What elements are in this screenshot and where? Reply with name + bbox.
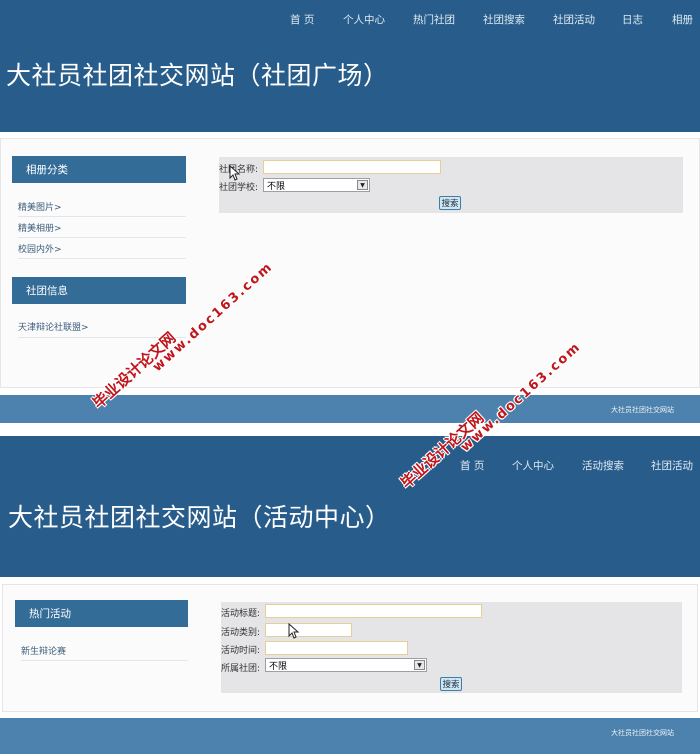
nav-club-search[interactable]: 社团搜索 [483,12,525,27]
sidebar-header-album-categories: 相册分类 [12,156,186,183]
nav-personal-center[interactable]: 个人中心 [343,12,385,27]
footer-site-name: 大社员社团社交网站 [611,406,674,414]
activity-time-input[interactable] [265,641,408,655]
nav-club-activities[interactable]: 社团活动 [651,458,693,473]
sidebar-link-freshman-debate[interactable]: 新生辩论赛 [21,640,188,661]
sidebar-header-hot-activities: 热门活动 [15,600,188,627]
chevron-down-icon[interactable]: ▼ [414,660,425,670]
nav-home[interactable]: 首 页 [290,12,314,27]
nav-personal-center[interactable]: 个人中心 [512,458,554,473]
page-title: 大社员社团社交网站（社团广场） [6,61,389,90]
sidebar-link-fine-pictures[interactable]: 精美图片> [18,197,186,217]
page-title: 大社员社团社交网站（活动中心） [8,503,391,532]
footer-site-name: 大社员社团社交网站 [611,729,674,737]
sidebar-link-campus[interactable]: 校园内外> [18,238,186,259]
nav-album[interactable]: 相册 [672,12,693,27]
chevron-down-icon[interactable]: ▼ [357,180,368,190]
header-club-plaza: 首 页 个人中心 热门社团 社团搜索 社团活动 日志 相册 大社员社团社交网站（… [0,0,700,132]
activity-title-label: 活动标题: [221,609,261,619]
club-name-input[interactable] [263,160,441,174]
nav-home[interactable]: 首 页 [460,458,484,473]
activity-club-selected: 不限 [269,661,288,672]
sidebar-link-fine-albums[interactable]: 精美相册> [18,217,186,238]
club-school-label: 社团学校: [219,183,259,193]
footer-activity-center: 大社员社团社交网站 [0,718,700,754]
activity-club-select[interactable]: 不限 ▼ [265,658,427,672]
sidebar-header-club-info: 社团信息 [12,277,186,304]
nav-popular-clubs[interactable]: 热门社团 [413,12,455,27]
activity-time-label: 活动时间: [221,646,261,656]
header-activity-center: 首 页 个人中心 活动搜索 社团活动 大社员社团社交网站（活动中心） [0,436,700,577]
mouse-cursor-icon [229,165,241,181]
nav-club-activities[interactable]: 社团活动 [553,12,595,27]
activity-search-button[interactable]: 搜索 [440,677,462,691]
nav-journal[interactable]: 日志 [622,12,643,27]
mouse-cursor-icon [288,623,300,639]
nav-activity-search[interactable]: 活动搜索 [582,458,624,473]
activity-title-input[interactable] [265,604,482,618]
activity-type-label: 活动类别: [221,628,261,638]
club-school-selected: 不限 [267,181,286,192]
club-search-button[interactable]: 搜索 [439,196,461,210]
activity-club-label: 所属社团: [221,664,261,674]
club-school-select[interactable]: 不限 ▼ [263,178,370,192]
activity-type-input[interactable] [265,623,352,637]
